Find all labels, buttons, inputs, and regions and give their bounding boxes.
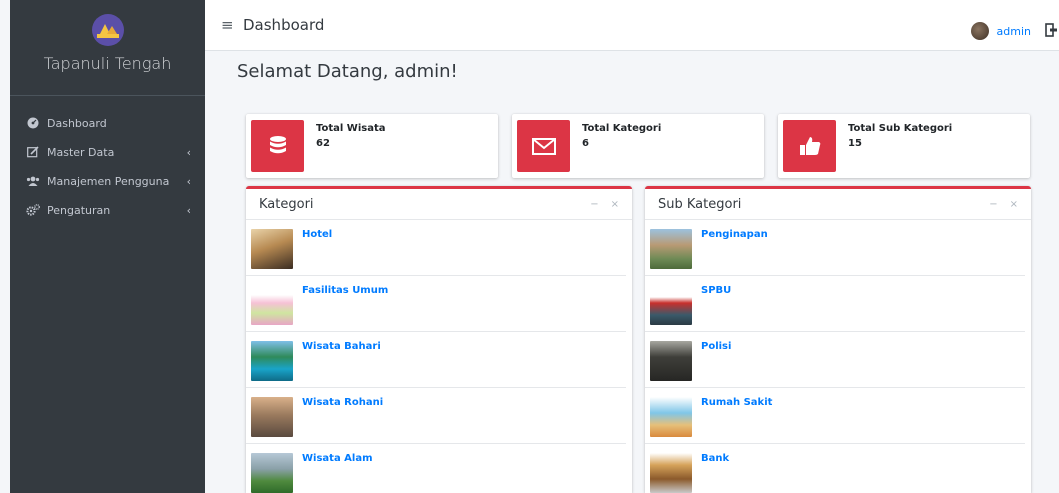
stat-value: 15 [848, 138, 862, 149]
database-icon [251, 120, 304, 172]
stat-label: Total Wisata [316, 123, 386, 134]
sub-kategori-link[interactable]: Rumah Sakit [701, 397, 772, 408]
sub-kategori-link[interactable]: Polisi [701, 341, 731, 352]
list-item: Wisata Alam [246, 444, 626, 493]
spbu-thumbnail [650, 285, 692, 325]
sidebar-item-label: Master Data [47, 145, 115, 159]
kategori-link[interactable]: Wisata Alam [302, 453, 373, 464]
kategori-link[interactable]: Wisata Bahari [302, 341, 381, 352]
brand-logo [91, 14, 124, 46]
bank-thumbnail [650, 453, 692, 493]
list-item: Polisi [645, 332, 1025, 388]
brand-name: Tapanuli Tengah [43, 54, 172, 73]
sidebar-item-label: Pengaturan [47, 203, 111, 217]
dashboard-icon [26, 117, 40, 129]
list-item: Hotel [246, 220, 626, 276]
sidebar: Tapanuli Tengah Dashboard Master Data ‹ … [10, 0, 205, 493]
polisi-thumbnail [650, 341, 692, 381]
sub-kategori-link[interactable]: SPBU [701, 285, 731, 296]
minimize-icon[interactable]: − [590, 199, 598, 210]
rumah-sakit-thumbnail [650, 397, 692, 437]
thumbs-up-icon [783, 120, 836, 172]
sub-kategori-link[interactable]: Bank [701, 453, 729, 464]
logout-icon[interactable] [1045, 22, 1057, 37]
chevron-left-icon: ‹ [186, 203, 191, 217]
list-item: Fasilitas Umum [246, 276, 626, 332]
card-title: Sub Kategori [658, 196, 742, 212]
top-navbar: ≡ Dashboard admin [205, 0, 1059, 51]
close-icon[interactable]: × [1010, 199, 1018, 210]
sidebar-item-manajemen-pengguna[interactable]: Manajemen Pengguna ‹ [10, 170, 205, 192]
welcome-heading: Selamat Datang, admin! [237, 61, 458, 82]
list-item: Penginapan [645, 220, 1025, 276]
wisata-alam-thumbnail [251, 453, 293, 493]
card-title: Kategori [259, 196, 314, 212]
kategori-card: Kategori − × Hotel Fasilitas Umum Wisata… [246, 186, 632, 493]
brand[interactable]: Tapanuli Tengah [10, 0, 205, 96]
close-icon[interactable]: × [611, 199, 619, 210]
sidebar-nav: Dashboard Master Data ‹ Manajemen Penggu… [10, 96, 205, 221]
list-item: Bank [645, 444, 1025, 493]
sub-kategori-card: Sub Kategori − × Penginapan SPBU Polisi … [645, 186, 1031, 493]
list-item: Wisata Rohani [246, 388, 626, 444]
sidebar-item-pengaturan[interactable]: Pengaturan ‹ [10, 199, 205, 221]
list-item: Wisata Bahari [246, 332, 626, 388]
chevron-left-icon: ‹ [186, 174, 191, 188]
menu-toggle-icon[interactable]: ≡ [221, 16, 235, 34]
chevron-left-icon: ‹ [186, 145, 191, 159]
kategori-link[interactable]: Fasilitas Umum [302, 285, 388, 296]
page-title: Dashboard [243, 16, 325, 34]
wisata-bahari-thumbnail [251, 341, 293, 381]
stat-value: 62 [316, 138, 330, 149]
avatar [970, 22, 989, 40]
cogs-icon [26, 204, 40, 216]
list-item: SPBU [645, 276, 1025, 332]
username-link[interactable]: admin [997, 25, 1031, 38]
stat-box-total-kategori: Total Kategori 6 [512, 114, 764, 178]
user-menu[interactable]: admin [970, 22, 1031, 40]
users-icon [26, 175, 40, 187]
card-header: Kategori − × [246, 189, 632, 220]
card-header: Sub Kategori − × [645, 189, 1031, 220]
minimize-icon[interactable]: − [989, 199, 997, 210]
sidebar-item-master-data[interactable]: Master Data ‹ [10, 141, 205, 163]
list-item: Rumah Sakit [645, 388, 1025, 444]
sidebar-item-label: Dashboard [47, 116, 107, 130]
sidebar-item-dashboard[interactable]: Dashboard [10, 112, 205, 134]
edit-icon [26, 146, 40, 158]
kategori-link[interactable]: Hotel [302, 229, 332, 240]
stat-box-total-sub-kategori: Total Sub Kategori 15 [778, 114, 1030, 178]
penginapan-thumbnail [650, 229, 692, 269]
stat-box-total-wisata: Total Wisata 62 [246, 114, 498, 178]
hotel-thumbnail [251, 229, 293, 269]
stat-label: Total Kategori [582, 123, 662, 134]
stat-value: 6 [582, 138, 589, 149]
wisata-rohani-thumbnail [251, 397, 293, 437]
fasilitas-umum-thumbnail [251, 285, 293, 325]
sub-kategori-link[interactable]: Penginapan [701, 229, 768, 240]
kategori-link[interactable]: Wisata Rohani [302, 397, 383, 408]
stat-label: Total Sub Kategori [848, 123, 953, 134]
envelope-icon [517, 120, 570, 172]
sidebar-item-label: Manajemen Pengguna [47, 174, 170, 188]
